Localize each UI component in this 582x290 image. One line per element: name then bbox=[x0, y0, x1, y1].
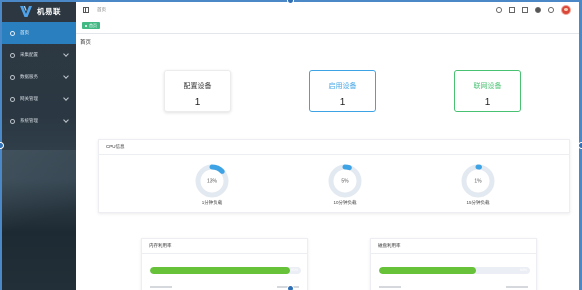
disk-usage-card: 磁盘利用率 64% bbox=[370, 238, 537, 290]
gauge-ring: 1% bbox=[461, 164, 495, 198]
gauge-ring: 5% bbox=[328, 164, 362, 198]
top-header: 首页 bbox=[76, 2, 579, 20]
chevron-down-icon bbox=[63, 73, 69, 79]
stat-value: 1 bbox=[484, 97, 491, 108]
cpu-info-card: CPU信息 13% 1分钟负载 5% 10分钟负载 1% 15分钟负载 bbox=[98, 139, 570, 213]
cpu-gauge-1min: 13% 1分钟负载 bbox=[193, 164, 231, 206]
footer-placeholder bbox=[379, 286, 401, 288]
gauge-caption: 15分钟负载 bbox=[466, 200, 490, 205]
sidebar: 机易联 首页 采集配置 数据服务 网关管理 系统管理 bbox=[2, 0, 76, 290]
font-size-icon[interactable] bbox=[522, 7, 528, 13]
gauge-ring: 13% bbox=[195, 164, 229, 198]
app-name: 机易联 bbox=[37, 6, 61, 16]
stat-label: 配置设备 bbox=[183, 83, 212, 90]
sidebar-menu: 首页 采集配置 数据服务 网关管理 系统管理 bbox=[2, 22, 76, 132]
cpu-card-title: CPU信息 bbox=[99, 140, 569, 155]
app-logo[interactable]: 机易联 bbox=[20, 4, 61, 18]
chevron-down-icon bbox=[63, 117, 69, 123]
disk-footer bbox=[379, 286, 528, 290]
help-icon[interactable] bbox=[548, 7, 554, 13]
header-actions bbox=[496, 5, 571, 15]
gateway-icon bbox=[10, 96, 15, 102]
system-icon bbox=[10, 118, 15, 124]
stat-card-configured-devices: 配置设备 1 bbox=[164, 70, 231, 112]
stat-label: 联网设备 bbox=[473, 83, 502, 90]
stat-value: 1 bbox=[194, 97, 201, 108]
database-icon bbox=[10, 74, 15, 80]
app-window: 机易联 首页 采集配置 数据服务 网关管理 系统管理 首页 首页 首页 配置设备… bbox=[0, 0, 582, 290]
sidebar-item-label: 系统管理 bbox=[20, 118, 38, 123]
main-content: 首页 配置设备 1 启用设备 1 联网设备 1 CPU信息 13% 1分钟负载 bbox=[76, 34, 579, 290]
footer-placeholder bbox=[150, 286, 172, 288]
sidebar-item-system[interactable]: 系统管理 bbox=[2, 110, 76, 132]
tag-home[interactable]: 首页 bbox=[82, 22, 100, 29]
gauge-caption: 10分钟负载 bbox=[333, 200, 357, 205]
memory-progress-fill bbox=[150, 267, 291, 274]
sidebar-item-collection-config[interactable]: 采集配置 bbox=[2, 44, 76, 66]
user-avatar[interactable] bbox=[561, 5, 571, 15]
sidebar-item-data-service[interactable]: 数据服务 bbox=[2, 66, 76, 88]
sidebar-item-label: 网关管理 bbox=[20, 96, 38, 101]
gauge-percent: 13% bbox=[207, 179, 218, 185]
github-icon[interactable] bbox=[535, 7, 541, 13]
tags-view: 首页 bbox=[76, 19, 579, 34]
disk-card-title: 磁盘利用率 bbox=[371, 239, 536, 254]
cpu-gauge-10min: 5% 10分钟负载 bbox=[326, 164, 364, 206]
sidebar-item-label: 采集配置 bbox=[20, 52, 38, 57]
chevron-down-icon bbox=[63, 95, 69, 101]
cpu-gauge-15min: 1% 15分钟负载 bbox=[459, 164, 497, 206]
gauge-caption: 1分钟负载 bbox=[201, 200, 223, 205]
memory-card-title: 内存利用率 bbox=[142, 239, 307, 254]
stat-value: 1 bbox=[339, 97, 346, 108]
settings-icon bbox=[10, 52, 15, 58]
gauge-percent: 5% bbox=[341, 179, 349, 185]
gauge-percent: 1% bbox=[474, 179, 482, 185]
resize-handle-bottom[interactable] bbox=[287, 285, 294, 290]
tag-label: 首页 bbox=[89, 23, 97, 28]
disk-percent: 64% bbox=[519, 268, 527, 272]
fullscreen-icon[interactable] bbox=[509, 7, 515, 13]
disk-progress-bar: 64% bbox=[379, 267, 530, 274]
stat-label: 启用设备 bbox=[328, 83, 357, 90]
resize-handle-right[interactable] bbox=[578, 142, 582, 149]
memory-percent: 93% bbox=[290, 268, 298, 272]
home-icon bbox=[10, 30, 15, 36]
sidebar-item-label: 数据服务 bbox=[20, 74, 38, 79]
sidebar-item-gateway[interactable]: 网关管理 bbox=[2, 88, 76, 110]
sidebar-toggle-icon[interactable] bbox=[83, 7, 89, 13]
logo-icon bbox=[20, 5, 32, 17]
page-title: 首页 bbox=[80, 40, 92, 46]
search-icon[interactable] bbox=[496, 7, 502, 13]
memory-footer bbox=[150, 286, 299, 290]
footer-placeholder bbox=[506, 286, 528, 288]
sidebar-item-label: 首页 bbox=[20, 30, 29, 35]
disk-progress-fill bbox=[379, 267, 476, 274]
stat-card-online-devices: 联网设备 1 bbox=[454, 70, 521, 112]
stat-card-enabled-devices: 启用设备 1 bbox=[309, 70, 376, 112]
breadcrumb[interactable]: 首页 bbox=[97, 7, 106, 13]
sidebar-background bbox=[2, 150, 76, 290]
sidebar-item-home[interactable]: 首页 bbox=[2, 22, 76, 44]
chevron-down-icon bbox=[63, 51, 69, 57]
memory-progress-bar: 93% bbox=[150, 267, 301, 274]
memory-usage-card: 内存利用率 93% bbox=[141, 238, 308, 290]
